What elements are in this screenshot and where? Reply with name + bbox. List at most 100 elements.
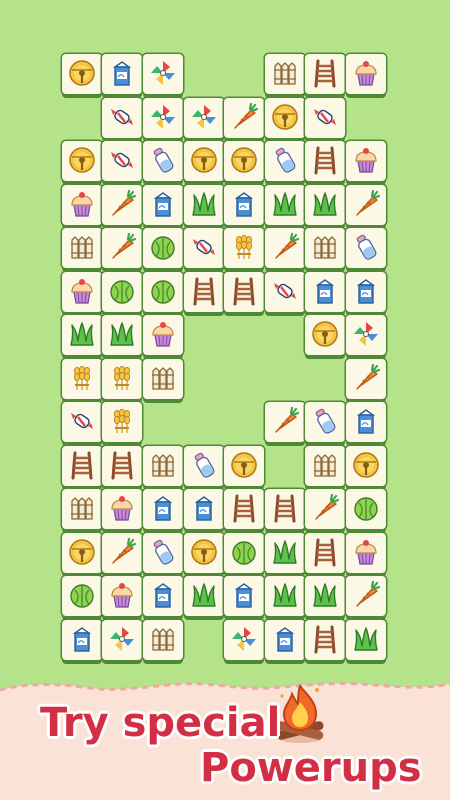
tile-bell[interactable] <box>224 141 264 181</box>
tile-bell[interactable] <box>62 141 102 181</box>
tile-bottle[interactable] <box>346 228 386 268</box>
tile-milk[interactable] <box>143 185 183 225</box>
tile-cupcake[interactable] <box>102 576 142 616</box>
promo-banner: Try special Powerups <box>0 660 450 800</box>
tile-bell[interactable] <box>305 315 345 355</box>
tile-grass[interactable] <box>265 533 305 573</box>
tile-carrot[interactable] <box>102 533 142 573</box>
tile-grass[interactable] <box>265 576 305 616</box>
tile-fence[interactable] <box>143 446 183 486</box>
tile-ladder[interactable] <box>184 272 224 312</box>
tile-bell[interactable] <box>224 446 264 486</box>
tile-wheat[interactable] <box>102 402 142 442</box>
tile-cupcake[interactable] <box>346 54 386 94</box>
tile-ladder[interactable] <box>265 489 305 529</box>
tile-carrot[interactable] <box>102 228 142 268</box>
tile-bell[interactable] <box>184 141 224 181</box>
tile-wheat[interactable] <box>62 359 102 399</box>
tile-carrot[interactable] <box>346 185 386 225</box>
tile-candy[interactable] <box>102 98 142 138</box>
tile-pinwheel[interactable] <box>346 315 386 355</box>
tile-candy[interactable] <box>184 228 224 268</box>
tile-fence[interactable] <box>265 54 305 94</box>
tile-ladder[interactable] <box>102 446 142 486</box>
tile-bell[interactable] <box>265 98 305 138</box>
tile-milk[interactable] <box>265 620 305 660</box>
tile-cabbage[interactable] <box>346 489 386 529</box>
tile-milk[interactable] <box>224 576 264 616</box>
tile-ladder[interactable] <box>305 533 345 573</box>
tile-bottle[interactable] <box>143 141 183 181</box>
bottle-icon <box>315 408 336 434</box>
tile-grass[interactable] <box>346 620 386 660</box>
tile-ladder[interactable] <box>305 54 345 94</box>
tile-ladder[interactable] <box>62 446 102 486</box>
tile-cupcake[interactable] <box>62 272 102 312</box>
tile-carrot[interactable] <box>224 98 264 138</box>
tile-cabbage[interactable] <box>102 272 142 312</box>
tile-cabbage[interactable] <box>224 533 264 573</box>
tile-cabbage[interactable] <box>143 228 183 268</box>
tile-candy[interactable] <box>265 272 305 312</box>
tile-cabbage[interactable] <box>143 272 183 312</box>
tile-wheat[interactable] <box>224 228 264 268</box>
tile-wheat[interactable] <box>102 359 142 399</box>
tile-grass[interactable] <box>184 185 224 225</box>
tile-grass[interactable] <box>102 315 142 355</box>
tile-milk[interactable] <box>305 272 345 312</box>
tile-milk[interactable] <box>143 489 183 529</box>
tile-bottle[interactable] <box>143 533 183 573</box>
tile-milk[interactable] <box>224 185 264 225</box>
tile-milk[interactable] <box>62 620 102 660</box>
tile-carrot[interactable] <box>102 185 142 225</box>
tile-grass[interactable] <box>62 315 102 355</box>
tile-bottle[interactable] <box>305 402 345 442</box>
tile-bottle[interactable] <box>265 141 305 181</box>
tile-milk[interactable] <box>143 576 183 616</box>
tile-grass[interactable] <box>305 576 345 616</box>
tile-carrot[interactable] <box>265 402 305 442</box>
tile-cabbage[interactable] <box>62 576 102 616</box>
tile-grass[interactable] <box>305 185 345 225</box>
tile-pinwheel[interactable] <box>224 620 264 660</box>
tile-ladder[interactable] <box>305 141 345 181</box>
tile-milk[interactable] <box>346 402 386 442</box>
tile-cupcake[interactable] <box>346 533 386 573</box>
tile-bell[interactable] <box>184 533 224 573</box>
tile-ladder[interactable] <box>224 489 264 529</box>
tile-cupcake[interactable] <box>143 315 183 355</box>
tile-bell[interactable] <box>62 533 102 573</box>
tile-milk[interactable] <box>346 272 386 312</box>
tile-pinwheel[interactable] <box>184 98 224 138</box>
carrot-icon <box>112 189 137 216</box>
tile-grass[interactable] <box>184 576 224 616</box>
tile-cupcake[interactable] <box>102 489 142 529</box>
tile-candy[interactable] <box>102 141 142 181</box>
tile-fence[interactable] <box>305 446 345 486</box>
tile-cupcake[interactable] <box>346 141 386 181</box>
tile-fence[interactable] <box>62 489 102 529</box>
tile-carrot[interactable] <box>265 228 305 268</box>
milk-icon <box>153 583 173 608</box>
tile-fence[interactable] <box>62 228 102 268</box>
tile-bottle[interactable] <box>184 446 224 486</box>
tile-milk[interactable] <box>184 489 224 529</box>
tile-grass[interactable] <box>265 185 305 225</box>
tile-carrot[interactable] <box>305 489 345 529</box>
tile-candy[interactable] <box>305 98 345 138</box>
tile-bell[interactable] <box>346 446 386 486</box>
tile-candy[interactable] <box>62 402 102 442</box>
tile-milk[interactable] <box>102 54 142 94</box>
tile-carrot[interactable] <box>346 576 386 616</box>
tile-fence[interactable] <box>143 620 183 660</box>
tile-fence[interactable] <box>143 359 183 399</box>
tile-carrot[interactable] <box>346 359 386 399</box>
tile-pinwheel[interactable] <box>102 620 142 660</box>
tile-pinwheel[interactable] <box>143 54 183 94</box>
tile-cupcake[interactable] <box>62 185 102 225</box>
tile-pinwheel[interactable] <box>143 98 183 138</box>
tile-ladder[interactable] <box>224 272 264 312</box>
tile-bell[interactable] <box>62 54 102 94</box>
tile-fence[interactable] <box>305 228 345 268</box>
tile-ladder[interactable] <box>305 620 345 660</box>
